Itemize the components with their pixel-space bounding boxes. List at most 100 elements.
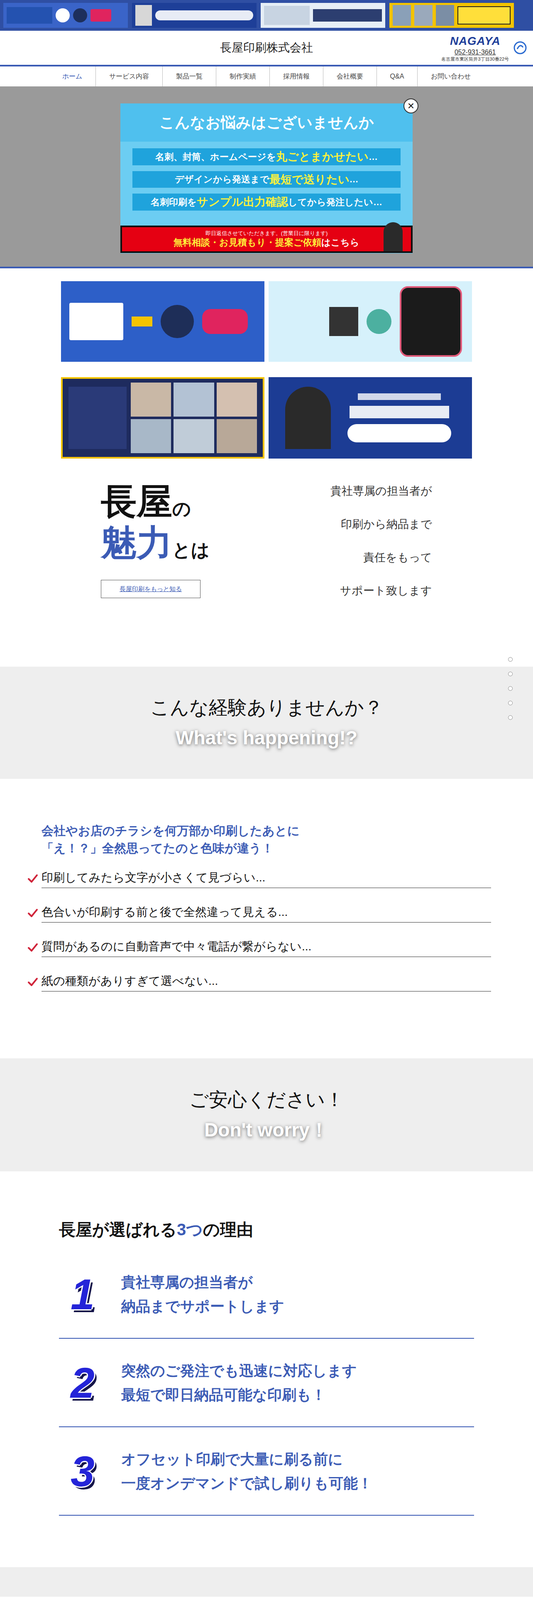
top-banner-strip <box>0 0 533 31</box>
cta-part[interactable]: はこちら <box>321 237 360 248</box>
concern-text: サンプル出力確認 <box>196 193 289 211</box>
check-icon <box>27 941 39 953</box>
experience-text: 質問があるのに自動音声で中々電話が繋がらない... <box>41 936 492 957</box>
banner-photo <box>68 386 127 449</box>
section-dot[interactable] <box>508 656 513 662</box>
reasons-section: 長屋が選ばれる3つの理由1貴社専属の担当者が納品までサポートします2突然のご発注… <box>0 1170 533 1567</box>
nav-item[interactable]: 制作実績 <box>216 66 270 87</box>
phone-link[interactable]: 052-931-3661 <box>454 48 497 57</box>
reason-item: 1貴社専属の担当者が納品までサポートします <box>58 1249 475 1338</box>
section-dots <box>508 656 513 720</box>
banner-photo <box>173 418 214 453</box>
banner-photo <box>155 10 254 21</box>
concern-text: … <box>368 149 378 164</box>
cta-photo <box>383 222 403 252</box>
band-subtitle: What's happening!? <box>175 723 358 752</box>
appeal-line: 印刷から納品まで <box>340 516 433 532</box>
hero: ×こんなお悩みはございませんか名刺、封筒、ホームページを丸ごとまかせたい…デザイ… <box>0 86 533 269</box>
more-button[interactable]: 長屋印刷をもっと知る <box>100 579 201 598</box>
appeal-body: 長屋の魅力とは長屋印刷をもっと知る貴社専属の担当者が印刷から納品まで責任をもって… <box>100 480 433 598</box>
reasons-title-part: 長屋が選ばれる <box>58 1219 177 1238</box>
reason-line: 一度オンデマンドで試し刷りも可能！ <box>121 1470 373 1495</box>
banner-image[interactable] <box>389 2 514 28</box>
banner-image[interactable] <box>268 281 472 362</box>
reasons-title-part: の理由 <box>202 1219 254 1238</box>
banner-photo <box>135 4 152 26</box>
banner-photo <box>264 5 310 25</box>
reason-number: 1 <box>58 1271 122 1316</box>
section-dot[interactable] <box>508 671 513 676</box>
cta-part[interactable]: 無料相談・お見積もり・提案ご依頼 <box>173 237 322 248</box>
reason-text: 貴社専属の担当者が納品までサポートします <box>121 1269 285 1318</box>
reason-line: 最短で即日納品可能な印刷も！ <box>121 1381 357 1406</box>
experience-text: 色合いが印刷する前と後で全然違って見える... <box>41 902 492 922</box>
section-dot[interactable] <box>508 685 513 691</box>
banner-photo <box>399 286 463 357</box>
band-title: こんな経験ありませんか？ <box>150 692 384 722</box>
reason-text: オフセット印刷で大量に刷る前に一度オンデマンドで試し刷りも可能！ <box>121 1446 373 1495</box>
banner-image[interactable] <box>132 2 257 28</box>
appeal-lines: 貴社専属の担当者が印刷から納品まで責任をもってサポート致します <box>330 480 433 598</box>
banner-image[interactable] <box>3 2 128 28</box>
close-button[interactable]: × <box>403 98 419 114</box>
check-icon <box>27 907 39 918</box>
popup: ×こんなお悩みはございませんか名刺、封筒、ホームページを丸ごとまかせたい…デザイ… <box>120 103 413 254</box>
reason-line: 納品までサポートします <box>121 1293 285 1318</box>
banner-photo <box>69 302 124 340</box>
section-dot[interactable] <box>508 714 513 720</box>
banner-grid <box>0 268 533 467</box>
reason-text: 突然のご発注でも迅速に対応します最短で即日納品可能な印刷も！ <box>121 1357 357 1406</box>
reasons-body: 長屋が選ばれる3つの理由1貴社専属の担当者が納品までサポートします2突然のご発注… <box>58 1216 475 1567</box>
banner-image[interactable] <box>260 2 386 28</box>
lead-line: 「え！？」全然思ってたのと色味が違う！ <box>41 838 533 857</box>
banner-photo <box>160 304 194 338</box>
experience-section: 会社やお店のチラシを何万部か印刷したあとに「え！？」全然思ってたのと色味が違う！… <box>0 778 533 1058</box>
reassure-band: ご安心ください！Don't worry！ <box>0 1057 533 1171</box>
banner-image[interactable] <box>268 376 472 459</box>
concern-row: 名刺印刷をサンプル出力確認してから発注したい… <box>132 193 401 211</box>
nav-item[interactable]: お問い合わせ <box>417 66 485 87</box>
logo-block: NAGAYA052-931-3661名古屋市東区筒井3丁目30番22号 <box>441 33 509 63</box>
banner-image[interactable] <box>61 376 265 459</box>
banner-photo <box>457 6 511 25</box>
banner-photo <box>329 306 359 336</box>
logo-mark-icon <box>513 40 528 55</box>
nav-item[interactable]: ホーム <box>48 66 96 87</box>
banner-photo <box>55 8 70 23</box>
banner-photo <box>357 393 441 400</box>
banner-photo <box>366 308 392 334</box>
experience-item: 紙の種類がありすぎて選べない... <box>27 971 533 991</box>
reason-line: オフセット印刷で大量に刷る前に <box>121 1446 373 1471</box>
appeal-title-line: 長屋の <box>100 480 210 522</box>
popup-title: こんなお悩みはございませんか <box>120 103 413 142</box>
cta-body: 即日返信させていただきます。(営業日に限ります)無料相談・お見積もり・提案ご依頼… <box>122 227 411 252</box>
appeal-title-text: 魅力 <box>100 521 173 563</box>
question-band: こんな経験ありませんか？What's happening!? <box>0 666 533 779</box>
nav-item[interactable]: 採用情報 <box>269 66 324 87</box>
cta-banner[interactable]: 即日返信させていただきます。(営業日に限ります)無料相談・お見積もり・提案ご依頼… <box>120 225 413 253</box>
banner-image[interactable] <box>61 281 265 362</box>
nav-item[interactable]: 製品一覧 <box>162 66 217 87</box>
site-title[interactable]: 長屋印刷株式会社 <box>220 39 313 57</box>
logo[interactable]: NAGAYA <box>449 33 501 49</box>
reasons-title: 長屋が選ばれる3つの理由 <box>58 1216 475 1242</box>
nav-item[interactable]: 会社概要 <box>323 66 377 87</box>
nav-item[interactable]: Q&A <box>376 66 419 87</box>
concern-text: 名刺、封筒、ホームページを <box>155 149 277 164</box>
appeal-section: 長屋の魅力とは長屋印刷をもっと知る貴社専属の担当者が印刷から納品まで責任をもって… <box>0 466 533 667</box>
banner-photo <box>90 9 112 22</box>
section-dot[interactable] <box>508 700 513 705</box>
nav-item[interactable]: サービス内容 <box>95 66 163 87</box>
banner-photo <box>216 418 257 453</box>
experience-item: 印刷してみたら文字が小さくて見づらい... <box>27 867 533 888</box>
experience-item: 色合いが印刷する前と後で全然違って見える... <box>27 902 533 922</box>
concern-text: 名刺印刷を <box>150 195 197 209</box>
reason-item: 2突然のご発注でも迅速に対応します最短で即日納品可能な印刷も！ <box>58 1337 475 1427</box>
appeal-title-text: とは <box>172 539 210 563</box>
appeal-line: 貴社専属の担当者が <box>330 483 433 499</box>
banner-photo <box>131 316 153 327</box>
reason-number: 3 <box>58 1448 122 1492</box>
banner-photo <box>435 4 455 26</box>
experience-item: 質問があるのに自動音声で中々電話が繋がらない... <box>27 936 533 957</box>
banner-photo <box>130 382 172 417</box>
